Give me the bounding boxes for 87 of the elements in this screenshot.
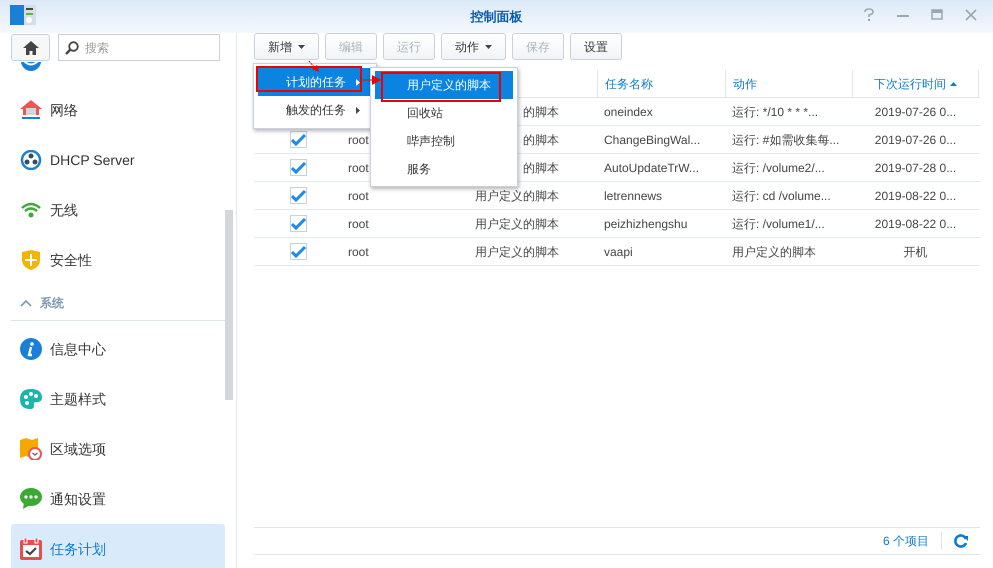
window-title: 控制面板 (470, 8, 522, 26)
sidebar-item[interactable]: 网络 (11, 85, 225, 135)
app-icon (10, 5, 36, 25)
table-cell: vaapi (604, 244, 633, 258)
help-icon[interactable] (863, 8, 875, 22)
checkmark-icon (290, 246, 306, 258)
table-cell: 运行: /volume1/... (732, 216, 825, 230)
checkbox[interactable] (290, 243, 306, 260)
sidebar-item[interactable]: 区域选项 (11, 424, 225, 474)
map-clock-icon (20, 438, 42, 460)
table-cell: AutoUpdateTrW... (604, 160, 699, 174)
table-cell: 用户定义的脚本 (475, 216, 559, 230)
sidebar-item[interactable]: 任务计划 (11, 524, 225, 568)
network-nodes-icon (20, 150, 42, 170)
table-cell: peizhizhengshu (604, 216, 688, 230)
sidebar-item[interactable]: 主题样式 (11, 374, 225, 424)
house-icon (20, 100, 42, 120)
annotation-arrow (363, 75, 381, 85)
info-icon (20, 338, 42, 360)
checkmark-icon (290, 218, 306, 230)
close-icon[interactable] (965, 8, 977, 22)
table-cell: letrennews (604, 188, 662, 202)
palette-icon (20, 389, 42, 409)
wifi-icon (20, 200, 42, 220)
table-cell: 运行: #如需收集每... (732, 132, 840, 146)
chat-bubble-icon (20, 488, 42, 510)
table-cell: root (348, 132, 369, 146)
table-cell: root (348, 216, 369, 230)
caret-right-icon (356, 78, 360, 86)
item-count: 6 个项目 (882, 532, 942, 550)
column-header[interactable]: 任务名称 (597, 70, 725, 97)
menu-item[interactable]: 回收站 (375, 99, 513, 127)
calendar-check-icon (20, 538, 42, 560)
sidebar-item[interactable]: 安全性 (11, 235, 225, 285)
sidebar-item[interactable]: 信息中心 (11, 324, 225, 374)
table-cell-text: 开机 (904, 244, 928, 260)
maximize-icon[interactable] (931, 8, 943, 22)
chevron-up-icon (20, 298, 32, 306)
table-cell-text: 2019-07-26 0... (874, 104, 956, 120)
table-cell-text: 2019-08-22 0... (874, 216, 956, 232)
sidebar-item[interactable]: DHCP Server (11, 135, 225, 185)
menu-item[interactable]: 用户定义的脚本 (375, 71, 513, 99)
home-button[interactable] (11, 34, 50, 61)
column-header[interactable]: 下次运行时间 (852, 70, 979, 97)
sidebar-item[interactable]: 无线 (11, 185, 225, 235)
table-cell-text: 2019-08-22 0... (874, 188, 956, 204)
table-cell: 的脚本 (523, 160, 559, 174)
toolbar-button[interactable]: 新增 (254, 33, 319, 60)
table-cell: 用户定义的脚本 (732, 244, 816, 258)
home-icon (22, 40, 38, 54)
search-icon (65, 41, 79, 55)
menu-item[interactable]: 计划的任务 (258, 68, 372, 96)
sort-ascending-icon (950, 82, 957, 86)
toolbar-button[interactable]: 设置 (570, 33, 622, 60)
checkmark-icon (290, 162, 306, 174)
checkbox[interactable] (290, 159, 306, 176)
column-header[interactable]: 动作 (725, 70, 852, 97)
table-cell: 的脚本 (523, 132, 559, 146)
table-cell: root (348, 188, 369, 202)
table-cell: 运行: cd /volume... (732, 188, 831, 202)
menu-item[interactable]: 服务 (375, 155, 513, 183)
table-cell-text: 2019-07-28 0... (874, 160, 956, 176)
table-cell-text: 2019-07-26 0... (874, 132, 956, 148)
checkbox[interactable] (290, 187, 306, 204)
menu-item[interactable]: 哔声控制 (375, 127, 513, 155)
toolbar-button[interactable]: 动作 (441, 33, 506, 60)
table-cell: 用户定义的脚本 (475, 188, 559, 202)
caret-right-icon (356, 106, 360, 114)
scrollbar[interactable] (225, 210, 233, 400)
checkbox[interactable] (290, 131, 306, 148)
refresh-icon[interactable] (954, 534, 968, 548)
table-cell: 运行: /volume2/... (732, 160, 825, 174)
table-cell: 的脚本 (523, 104, 559, 118)
shield-icon (20, 250, 42, 270)
table-cell: 用户定义的脚本 (475, 244, 559, 258)
checkmark-icon (290, 134, 306, 146)
menu-item[interactable]: 触发的任务 (258, 96, 372, 124)
table-cell: root (348, 244, 369, 258)
table-cell: ChangeBingWal... (604, 132, 700, 146)
table-cell: oneindex (604, 104, 653, 118)
checkmark-icon (290, 190, 306, 202)
table-cell: root (348, 160, 369, 174)
sidebar-item[interactable]: 通知设置 (11, 474, 225, 524)
search-field[interactable]: 搜索 (58, 34, 220, 61)
table-cell: 运行: */10 * * *... (732, 104, 818, 118)
checkbox[interactable] (290, 215, 306, 232)
annotation-arrow (308, 60, 320, 73)
